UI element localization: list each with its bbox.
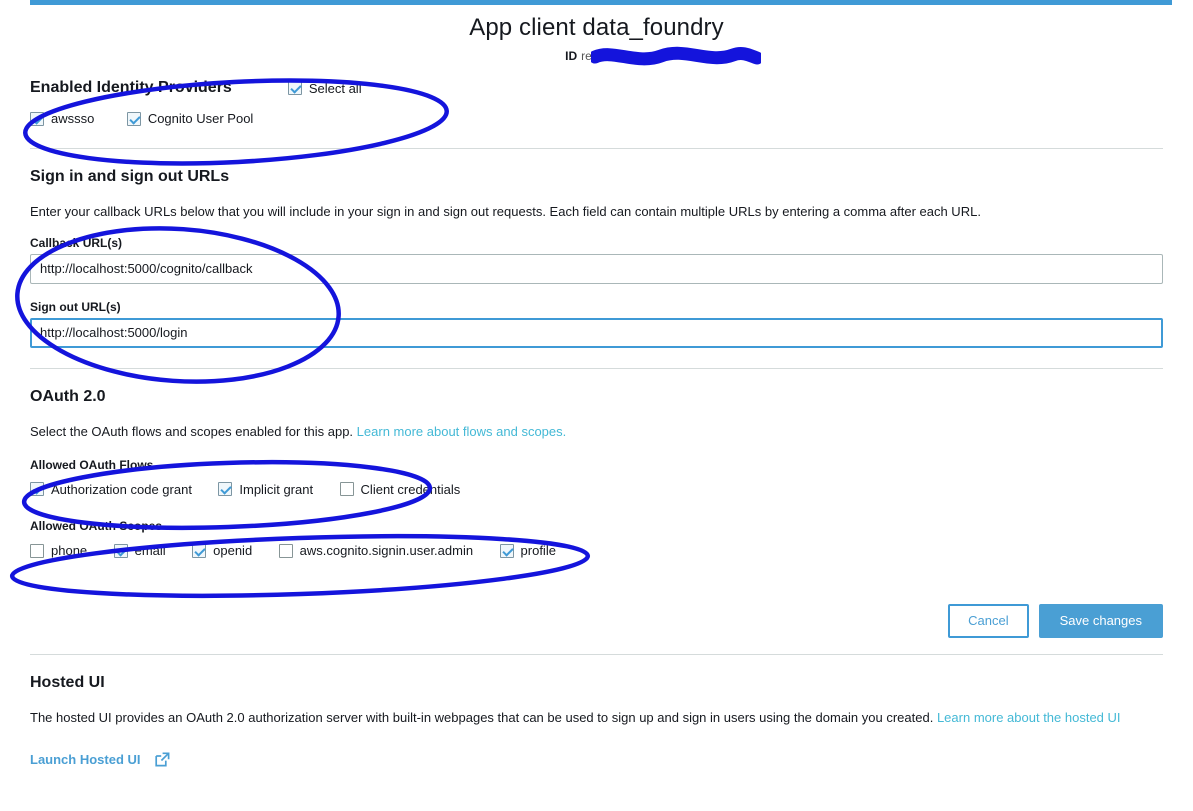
callback-url-label: Callback URL(s)	[30, 235, 123, 250]
signout-url-input[interactable]	[30, 317, 1163, 348]
page-header: App client data_foundry ID redacted	[0, 5, 1193, 66]
callback-url-field-group: Callback URL(s)	[30, 236, 1163, 284]
checkbox-scope-openid[interactable]: openid	[192, 543, 252, 558]
checkbox-box-icon	[30, 111, 44, 126]
divider-after-identity-providers	[30, 147, 1163, 149]
identity-providers-title: Enabled Identity Providers	[30, 79, 232, 96]
signin-signout-description: Enter your callback URLs below that you …	[30, 203, 981, 219]
identity-providers-list: awssso Cognito User Pool	[30, 111, 1163, 131]
app-client-settings-page: App client data_foundry ID redacted Enabl…	[0, 5, 1193, 767]
checkbox-label: aws.cognito.signin.user.admin	[299, 543, 474, 558]
checkbox-label: Implicit grant	[239, 481, 314, 497]
checkbox-label: Client credentials	[360, 481, 461, 497]
identity-providers-header: Enabled Identity Providers Select all	[30, 79, 1163, 97]
oauth-scopes-group: Allowed OAuth Scopes phone email openid …	[30, 519, 1163, 563]
oauth-description: Select the OAuth flows and scopes enable…	[30, 423, 1163, 440]
oauth-section: OAuth 2.0 Select the OAuth flows and sco…	[0, 388, 1193, 563]
oauth-flows-label: Allowed OAuth Flows	[30, 457, 154, 472]
oauth-learn-more-link[interactable]: Learn more about flows and scopes.	[357, 424, 567, 439]
divider-before-hosted-ui	[30, 653, 1163, 655]
checkbox-label: openid	[213, 543, 253, 558]
app-client-id-label: ID	[565, 49, 578, 63]
checkbox-label: Authorization code grant	[51, 481, 192, 497]
checkbox-label: Select all	[308, 80, 362, 96]
checkbox-flow-client-credentials[interactable]: Client credentials	[339, 481, 461, 497]
oauth-flows-list: Authorization code grant Implicit grant …	[30, 482, 1163, 502]
checkbox-box-icon	[192, 543, 207, 558]
checkbox-box-icon	[30, 543, 44, 558]
checkbox-label: phone	[51, 543, 88, 558]
app-client-id-row: ID redacted	[565, 46, 762, 66]
callback-url-input[interactable]	[30, 253, 1163, 284]
checkbox-provider-cognito-user-pool[interactable]: Cognito User Pool	[126, 111, 254, 126]
checkbox-box-icon	[499, 543, 514, 558]
hosted-ui-description-text: The hosted UI provides an OAuth 2.0 auth…	[30, 709, 934, 725]
signout-url-label: Sign out URL(s)	[30, 299, 121, 314]
identity-providers-section: Enabled Identity Providers Select all aw…	[0, 79, 1193, 131]
oauth-title: OAuth 2.0	[30, 387, 106, 405]
signout-url-field-group: Sign out URL(s)	[30, 300, 1163, 348]
checkbox-box-icon	[113, 543, 128, 558]
checkbox-box-icon	[218, 482, 233, 496]
checkbox-scope-phone[interactable]: phone	[30, 543, 87, 558]
checkbox-label: awssso	[51, 111, 95, 126]
checkbox-scope-email[interactable]: email	[113, 543, 166, 558]
signin-signout-section: Sign in and sign out URLs Enter your cal…	[0, 168, 1193, 348]
signin-signout-title: Sign in and sign out URLs	[30, 167, 230, 185]
hosted-ui-title: Hosted UI	[30, 673, 105, 691]
hosted-ui-learn-more-link[interactable]: Learn more about the hosted UI	[937, 710, 1121, 725]
hosted-ui-section: Hosted UI The hosted UI provides an OAut…	[0, 674, 1193, 767]
checkbox-box-icon	[278, 543, 293, 558]
save-changes-button[interactable]: Save changes	[1038, 603, 1163, 638]
page-title: App client data_foundry	[469, 14, 724, 41]
divider-after-urls	[30, 367, 1163, 369]
checkbox-box-icon	[126, 111, 141, 126]
checkbox-scope-aws-cognito-signin-user-admin[interactable]: aws.cognito.signin.user.admin	[278, 543, 474, 558]
checkbox-box-icon	[287, 81, 302, 95]
hosted-ui-description: The hosted UI provides an OAuth 2.0 auth…	[30, 709, 1170, 726]
checkbox-label: email	[134, 543, 166, 558]
oauth-scopes-list: phone email openid aws.cognito.signin.us…	[30, 543, 1163, 563]
checkbox-scope-profile[interactable]: profile	[499, 543, 556, 558]
launch-hosted-ui-link[interactable]: Launch Hosted UI	[30, 752, 141, 767]
checkbox-box-icon	[339, 482, 354, 496]
launch-hosted-ui-row: Launch Hosted UI	[30, 752, 1163, 767]
oauth-flows-group: Allowed OAuth Flows Authorization code g…	[30, 458, 1163, 502]
checkbox-box-icon	[30, 482, 44, 496]
oauth-description-text: Select the OAuth flows and scopes enable…	[30, 423, 354, 439]
checkbox-label: profile	[520, 543, 556, 558]
checkbox-flow-implicit-grant[interactable]: Implicit grant	[218, 482, 313, 497]
app-client-id-value: redacted	[581, 49, 628, 63]
external-link-icon[interactable]	[154, 751, 170, 767]
checkbox-label: Cognito User Pool	[147, 111, 254, 126]
form-actions: Cancel Save changes	[0, 603, 1193, 638]
checkbox-flow-authorization-code-grant[interactable]: Authorization code grant	[30, 482, 192, 497]
checkbox-select-all[interactable]: Select all	[287, 80, 362, 96]
oauth-scopes-label: Allowed OAuth Scopes	[30, 519, 163, 533]
cancel-button[interactable]: Cancel	[948, 603, 1029, 638]
checkbox-provider-awssso[interactable]: awssso	[30, 111, 94, 126]
